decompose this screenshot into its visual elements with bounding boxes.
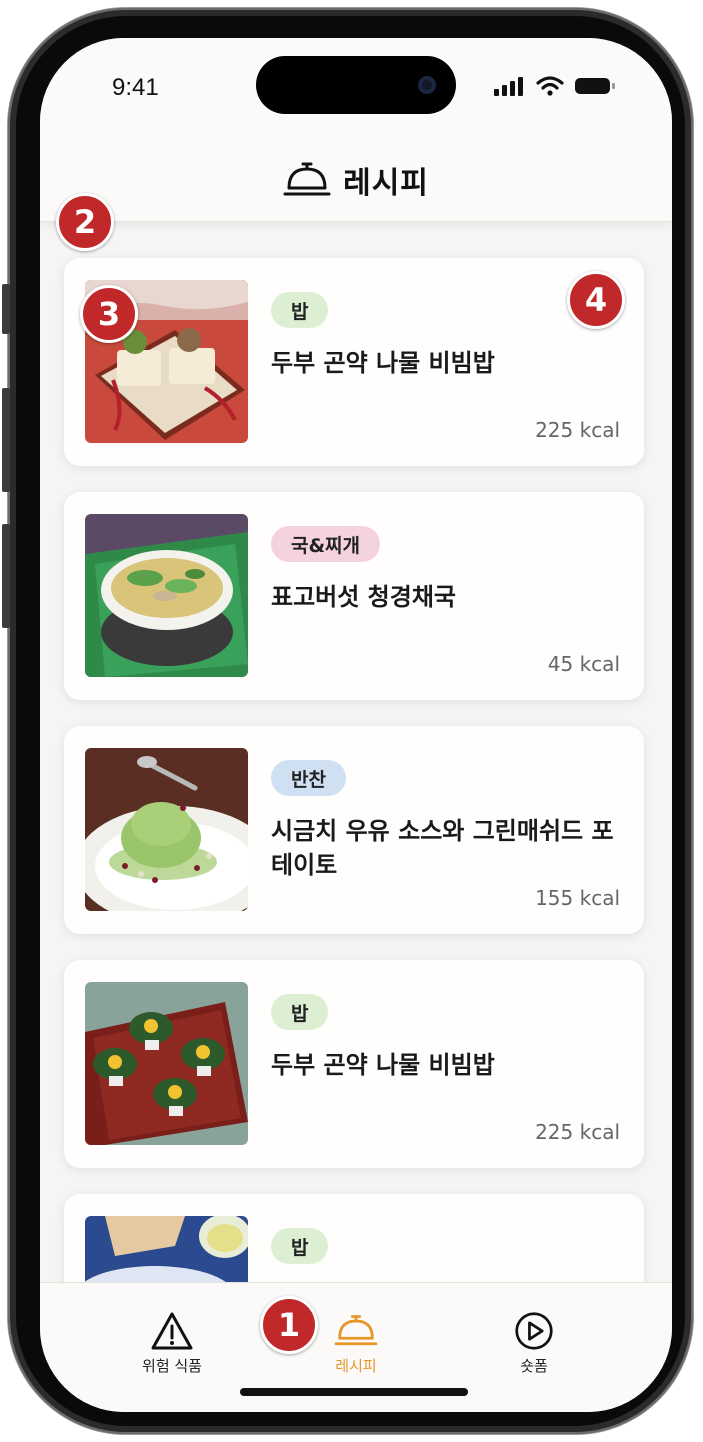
page-title: 레시피 <box>343 165 429 201</box>
recipe-thumbnail <box>85 982 248 1145</box>
volume-up-button <box>2 388 10 492</box>
recipe-kcal: 225 kcal <box>535 418 620 442</box>
recipe-card[interactable]: 밥 두부 곤약 나물 비빔밥 225 kcal <box>64 258 644 466</box>
recipe-card[interactable]: 밥 두부 곤약 나물 비빔밥 225 kcal <box>64 960 644 1168</box>
recipe-thumbnail <box>85 514 248 677</box>
tab-label: 위험 식품 <box>142 1357 202 1375</box>
recipe-thumbnail <box>85 1216 248 1282</box>
tab-label: 숏폼 <box>520 1357 548 1375</box>
screen: 9:41 레시피 밥 두부 곤약 나물 비빔밥 225 kcal 국&찌개 표고… <box>40 38 672 1412</box>
tab-label: 레시피 <box>335 1357 377 1375</box>
recipe-card[interactable]: 밥 <box>64 1194 644 1282</box>
recipe-list[interactable]: 밥 두부 곤약 나물 비빔밥 225 kcal 국&찌개 표고버섯 청경채국 4… <box>40 222 672 1282</box>
recipe-title: 시금치 우유 소스와 그린매쉬드 포테이토 <box>271 817 614 879</box>
warning-icon <box>151 1312 193 1350</box>
status-time: 9:41 <box>112 74 159 101</box>
volume-down-button <box>2 524 10 628</box>
status-icons <box>494 76 616 96</box>
wifi-icon <box>536 76 564 96</box>
annotation-badge-3: 3 <box>80 285 138 343</box>
category-tag: 밥 <box>271 1228 329 1264</box>
mute-switch <box>2 284 10 334</box>
recipe-title: 두부 곤약 나물 비빔밥 <box>271 1051 495 1079</box>
recipe-title: 표고버섯 청경채국 <box>271 583 456 611</box>
cloche-icon <box>334 1315 378 1346</box>
recipe-card[interactable]: 반찬 시금치 우유 소스와 그린매쉬드 포테이토 155 kcal <box>64 726 644 934</box>
tab-bar: 위험 식품 레시피 숏폼 <box>40 1282 672 1412</box>
recipe-card[interactable]: 국&찌개 표고버섯 청경채국 45 kcal <box>64 492 644 700</box>
category-tag: 국&찌개 <box>271 526 381 562</box>
recipe-kcal: 225 kcal <box>535 1120 620 1144</box>
annotation-badge-2: 2 <box>56 193 114 251</box>
annotation-badge-1: 1 <box>260 1296 318 1354</box>
category-tag: 밥 <box>271 292 329 328</box>
category-tag: 반찬 <box>271 760 346 796</box>
recipe-title: 두부 곤약 나물 비빔밥 <box>271 349 495 377</box>
camera-icon <box>418 76 436 94</box>
annotation-badge-4: 4 <box>567 271 625 329</box>
play-circle-icon <box>515 1312 553 1350</box>
battery-icon <box>575 78 615 94</box>
cloche-icon <box>283 162 331 195</box>
recipe-thumbnail <box>85 748 248 911</box>
tab-shortform[interactable]: 숏폼 <box>464 1311 604 1376</box>
dynamic-island <box>256 56 456 114</box>
page-header: 레시피 <box>40 138 672 222</box>
recipe-kcal: 45 kcal <box>547 652 620 676</box>
signal-icon <box>494 77 523 96</box>
recipe-kcal: 155 kcal <box>535 886 620 910</box>
category-tag: 밥 <box>271 994 329 1030</box>
tab-danger-foods[interactable]: 위험 식품 <box>102 1311 242 1376</box>
home-indicator <box>240 1388 468 1396</box>
status-bar: 9:41 <box>40 38 672 138</box>
